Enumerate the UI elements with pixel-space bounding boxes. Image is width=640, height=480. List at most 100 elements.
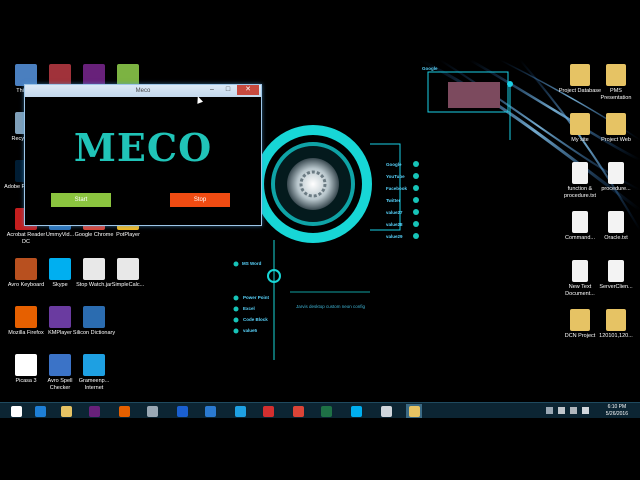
desktop-shortcut-label: 120101,120... <box>599 333 633 339</box>
window-app-icon[interactable] <box>378 404 394 418</box>
excel-icon-glyph <box>320 405 332 417</box>
desktop-shortcut[interactable]: Grameenp... Internet <box>72 354 116 391</box>
folder-icon <box>570 309 590 331</box>
text-file-icon <box>608 211 624 233</box>
hud-link[interactable]: value27 <box>386 210 403 215</box>
android-icon <box>117 64 139 86</box>
firefox-icon[interactable] <box>116 404 132 418</box>
screen-top-bar <box>0 0 640 60</box>
desktop-shortcut[interactable]: SimpleCalc... <box>106 258 150 289</box>
maximize-button[interactable]: □ <box>221 85 235 95</box>
meco-logo-text: MECO <box>73 125 213 170</box>
folder-icon <box>606 113 626 135</box>
chrome-icon[interactable] <box>290 404 306 418</box>
start-button[interactable] <box>8 404 24 418</box>
image-app-icon[interactable] <box>202 404 218 418</box>
text-file-icon <box>608 260 624 282</box>
desktop-shortcut[interactable]: 120101,120... <box>594 309 638 340</box>
file-explorer-icon-glyph <box>60 405 72 417</box>
java-icon <box>117 258 139 280</box>
meco-window[interactable]: Meco – □ ✕ MECO Start Stop <box>24 84 262 226</box>
image-app-icon-glyph <box>204 405 216 417</box>
hud-link[interactable]: Code Block <box>243 317 268 322</box>
screen-bottom-bar <box>0 418 640 480</box>
text-file-icon <box>572 211 588 233</box>
excel-icon[interactable] <box>318 404 334 418</box>
internet-explorer-icon-glyph <box>34 405 46 417</box>
chrome-icon-glyph <box>292 405 304 417</box>
app-grid-icon[interactable] <box>144 404 160 418</box>
hud-link[interactable]: Twitter <box>386 198 400 203</box>
grameenphone-icon[interactable] <box>232 404 248 418</box>
text-file-icon <box>608 162 624 184</box>
hud-link[interactable]: Google <box>386 162 402 167</box>
desktop-shortcut-label: PMS Presentation <box>600 88 632 101</box>
tray-chevron-icon[interactable] <box>546 407 553 414</box>
desktop-shortcut-label: Oracle.txt <box>604 235 628 241</box>
desktop: Google Google YouTube Facebook Twitter value… <box>0 0 640 480</box>
stop-button[interactable]: Stop <box>170 193 230 207</box>
dictionary-icon <box>83 306 105 328</box>
picasa-icon <box>15 354 37 376</box>
hud-link[interactable]: Excel <box>243 306 255 311</box>
hud-ms-word[interactable]: MS Word <box>242 261 261 266</box>
kmplayer-icon <box>49 306 71 328</box>
skype-icon[interactable] <box>348 404 364 418</box>
hud-link[interactable]: value5 <box>243 328 257 333</box>
desktop-shortcut[interactable]: procedure... <box>594 162 638 193</box>
meco-app-icon[interactable] <box>406 404 422 418</box>
visual-studio-icon-glyph <box>88 405 100 417</box>
taskbar-clock[interactable]: 6:10 PM 5/26/2016 <box>606 404 628 418</box>
visual-studio-icon[interactable] <box>86 404 102 418</box>
desktop-shortcut-label: ServerClien... <box>599 284 633 290</box>
desktop-shortcut[interactable]: Oracle.txt <box>594 211 638 242</box>
desktop-shortcut[interactable]: Project Web <box>594 113 638 144</box>
grameenphone-icon <box>83 354 105 376</box>
visual-studio-icon <box>83 64 105 86</box>
desktop-shortcut-label: Project Web <box>601 137 631 143</box>
hud-link[interactable]: value28 <box>386 222 403 227</box>
hud-bottom-text: Jarvis desktop custom neon config <box>296 304 366 309</box>
folder-icon <box>606 309 626 331</box>
tray-volume-icon[interactable] <box>570 407 577 414</box>
winrar-icon <box>49 64 71 86</box>
java-icon <box>83 258 105 280</box>
hud-left-nodes <box>233 261 239 334</box>
firefox-icon <box>15 306 37 328</box>
close-button[interactable]: ✕ <box>237 85 259 95</box>
window-titlebar[interactable]: Meco – □ ✕ <box>25 85 261 97</box>
folder-icon <box>570 113 590 135</box>
desktop-shortcut-label: Grameenp... Internet <box>78 378 110 391</box>
hud-image <box>448 82 500 108</box>
computer-icon <box>15 64 37 86</box>
app-grid-icon-glyph <box>146 405 158 417</box>
desktop-shortcut-label: PotPlayer <box>116 232 140 238</box>
desktop-shortcut[interactable]: Silicon Dictionary <box>72 306 116 337</box>
hud-link[interactable]: Facebook <box>386 186 407 191</box>
hud-link[interactable]: value29 <box>386 234 403 239</box>
internet-explorer-icon[interactable] <box>32 404 48 418</box>
d-app-icon-glyph <box>176 405 188 417</box>
minimize-button[interactable]: – <box>205 85 219 95</box>
reactor-core <box>287 158 339 210</box>
meco-app-icon-glyph <box>408 405 420 417</box>
folder-icon <box>570 64 590 86</box>
grameenphone-icon-glyph <box>234 405 246 417</box>
desktop-shortcut[interactable]: ServerClien... <box>594 260 638 291</box>
hud-right-nodes <box>413 161 419 239</box>
text-file-icon <box>572 260 588 282</box>
tray-network-icon[interactable] <box>558 407 565 414</box>
hud-top-label[interactable]: Google <box>422 66 438 71</box>
download-icon[interactable] <box>260 404 276 418</box>
start-button[interactable]: Start <box>51 193 111 207</box>
spell-checker-icon <box>49 354 71 376</box>
avro-icon <box>15 258 37 280</box>
d-app-icon[interactable] <box>174 404 190 418</box>
folder-icon <box>606 64 626 86</box>
hud-link[interactable]: YouTube <box>386 174 405 179</box>
file-explorer-icon[interactable] <box>58 404 74 418</box>
tray-keyboard-icon[interactable] <box>582 407 589 414</box>
hud-link[interactable]: Power Point <box>243 295 269 300</box>
text-file-icon <box>572 162 588 184</box>
desktop-shortcut[interactable]: PMS Presentation <box>594 64 638 101</box>
